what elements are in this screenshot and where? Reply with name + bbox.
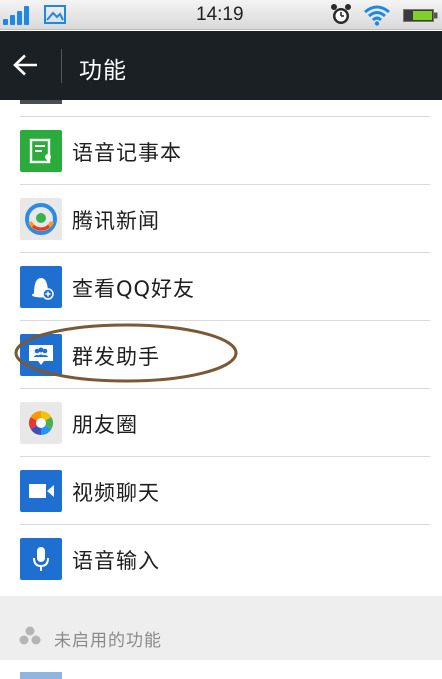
feature-item-voice-input[interactable]: 语音输入 [0,525,442,593]
feature-label: 群发助手 [72,345,160,369]
header-divider [61,49,62,83]
status-bar: 14:19 [0,0,442,30]
qq-friends-icon [20,266,62,308]
video-chat-icon [20,470,62,512]
disabled-features-section: 未启用的功能 [0,596,442,660]
list-item-peek [20,100,62,104]
feature-item-voice-notepad[interactable]: 语音记事本 [0,117,442,185]
feature-item-qq-friends[interactable]: 查看QQ好友 [0,253,442,321]
feature-item-moments[interactable]: 朋友圈 [0,389,442,457]
image-notification-icon [44,5,66,24]
tencent-news-icon [20,198,62,240]
mass-message-icon [20,334,62,376]
back-button[interactable] [0,31,56,100]
group-dots-icon [19,626,41,645]
page-title: 功能 [79,58,127,84]
feature-item-mass-message[interactable]: 群发助手 [0,321,442,389]
status-time: 14:19 [196,4,244,25]
battery-icon [403,9,438,22]
feature-label: 视频聊天 [72,481,160,505]
feature-label: 语音记事本 [72,141,182,165]
feature-label: 朋友圈 [72,413,138,437]
microphone-icon [20,538,62,580]
feature-label: 腾讯新闻 [72,209,160,233]
moments-icon [20,402,62,444]
feature-label: 语音输入 [72,549,160,573]
notepad-icon [20,130,62,172]
feature-item-video-chat[interactable]: 视频聊天 [0,457,442,525]
arrow-left-icon [13,54,37,76]
wifi-icon [364,5,390,26]
section-title: 未启用的功能 [54,631,162,651]
signal-strength-icon [3,5,35,25]
feature-item-tencent-news[interactable]: 腾讯新闻 [0,185,442,253]
list-item-peek [20,672,62,679]
alarm-icon [331,4,351,24]
feature-label: 查看QQ好友 [72,277,196,301]
app-header: 功能 [0,31,442,100]
